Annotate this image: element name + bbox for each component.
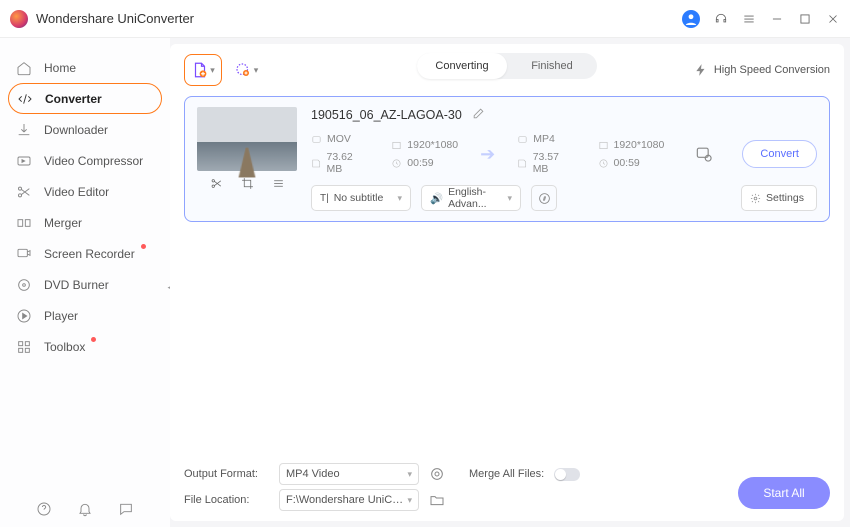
help-icon[interactable] [36, 501, 52, 517]
chevron-down-icon: ▾ [407, 469, 412, 480]
feedback-icon[interactable] [118, 501, 134, 517]
download-icon [16, 122, 32, 138]
output-format-label: Output Format: [184, 468, 269, 480]
src-duration: 00:59 [391, 157, 458, 169]
scissors-icon [16, 184, 32, 200]
play-icon [16, 308, 32, 324]
chevron-down-icon: ▾ [210, 65, 215, 76]
merge-label: Merge All Files: [469, 468, 544, 480]
chevron-down-icon: ▾ [407, 495, 412, 506]
chevron-down-icon: ▾ [507, 193, 512, 204]
arrow-right-icon: ➔ [480, 144, 495, 165]
sidebar-item-label: Screen Recorder [44, 247, 135, 261]
file-name: 190516_06_AZ-LAGOA-30 [311, 108, 462, 122]
sidebar-item-toolbox[interactable]: Toolbox [0, 331, 170, 362]
settings-button[interactable]: Settings [741, 185, 817, 211]
footer: Output Format: MP4 Video▾ Merge All File… [184, 461, 830, 513]
dst-resolution: 1920*1080 [598, 139, 665, 151]
headset-icon[interactable] [714, 12, 728, 26]
add-circle-icon [234, 61, 252, 79]
start-all-button[interactable]: Start All [738, 477, 830, 509]
sidebar-item-recorder[interactable]: Screen Recorder [0, 238, 170, 269]
sidebar-item-label: DVD Burner [44, 278, 109, 292]
chevron-down-icon: ▾ [254, 65, 259, 76]
output-settings-icon[interactable] [694, 144, 714, 164]
rename-icon[interactable] [472, 107, 485, 123]
info-button[interactable] [531, 185, 557, 211]
bell-icon[interactable] [77, 501, 93, 517]
app-title: Wondershare UniConverter [36, 11, 682, 26]
converter-icon [17, 91, 33, 107]
sidebar-item-editor[interactable]: Video Editor [0, 176, 170, 207]
dst-duration: 00:59 [598, 157, 665, 169]
src-resolution: 1920*1080 [391, 139, 458, 151]
notification-dot-icon [91, 337, 96, 342]
sidebar-item-label: Downloader [44, 123, 108, 137]
file-location-label: File Location: [184, 494, 269, 506]
audio-select[interactable]: 🔊English-Advan...▾ [421, 185, 521, 211]
sidebar: Home Converter Downloader Video Compress… [0, 38, 170, 527]
maximize-icon[interactable] [798, 12, 812, 26]
add-file-button[interactable]: ▾ [184, 54, 222, 86]
src-format: MOV [311, 133, 369, 145]
sidebar-item-label: Converter [45, 92, 102, 106]
user-avatar-icon[interactable] [682, 10, 700, 28]
home-icon [16, 60, 32, 76]
dst-format: MP4 [517, 133, 575, 145]
close-icon[interactable] [826, 12, 840, 26]
add-url-button[interactable]: ▾ [232, 56, 260, 84]
video-thumbnail[interactable] [197, 107, 297, 171]
file-location-select[interactable]: F:\Wondershare UniConverter▾ [279, 489, 419, 511]
effect-icon[interactable] [272, 177, 285, 190]
merge-toggle[interactable] [554, 468, 580, 481]
sidebar-item-player[interactable]: Player [0, 300, 170, 331]
src-size: 73.62 MB [311, 151, 369, 175]
gear-icon [750, 193, 761, 204]
chevron-down-icon: ▾ [397, 193, 402, 204]
recorder-icon [16, 246, 32, 262]
sidebar-item-label: Video Compressor [44, 154, 143, 168]
sidebar-item-compressor[interactable]: Video Compressor [0, 145, 170, 176]
tab-converting[interactable]: Converting [417, 53, 507, 79]
subtitle-select[interactable]: T|No subtitle▾ [311, 185, 411, 211]
tab-finished[interactable]: Finished [507, 53, 597, 79]
format-settings-icon[interactable] [429, 466, 445, 482]
sidebar-item-label: Home [44, 61, 76, 75]
minimize-icon[interactable] [770, 12, 784, 26]
output-format-select[interactable]: MP4 Video▾ [279, 463, 419, 485]
sidebar-item-converter[interactable]: Converter [8, 83, 162, 114]
sidebar-item-dvd[interactable]: DVD Burner [0, 269, 170, 300]
open-folder-icon[interactable] [429, 492, 445, 508]
trim-icon[interactable] [210, 177, 223, 190]
sidebar-item-label: Video Editor [44, 185, 109, 199]
sidebar-item-downloader[interactable]: Downloader [0, 114, 170, 145]
sidebar-item-home[interactable]: Home [0, 52, 170, 83]
main-panel: ▾ ▾ Converting Finished High Speed Conve… [170, 44, 844, 521]
sidebar-item-label: Toolbox [44, 340, 85, 354]
grid-icon [16, 339, 32, 355]
bolt-icon [694, 63, 708, 77]
disc-icon [16, 277, 32, 293]
compressor-icon [16, 153, 32, 169]
highspeed-toggle[interactable]: High Speed Conversion [694, 63, 830, 77]
dst-size: 73.57 MB [517, 151, 575, 175]
file-card: 190516_06_AZ-LAGOA-30 MOV 73.62 MB 1920*… [184, 96, 830, 222]
crop-icon[interactable] [241, 177, 254, 190]
convert-button[interactable]: Convert [742, 140, 817, 168]
sidebar-item-label: Merger [44, 216, 82, 230]
sidebar-item-label: Player [44, 309, 78, 323]
sidebar-item-merger[interactable]: Merger [0, 207, 170, 238]
merger-icon [16, 215, 32, 231]
highspeed-label: High Speed Conversion [714, 64, 830, 76]
titlebar: Wondershare UniConverter [0, 0, 850, 38]
menu-icon[interactable] [742, 12, 756, 26]
app-logo-icon [10, 10, 28, 28]
status-tabs: Converting Finished [417, 53, 597, 79]
add-file-icon [191, 61, 209, 79]
notification-dot-icon [141, 244, 146, 249]
